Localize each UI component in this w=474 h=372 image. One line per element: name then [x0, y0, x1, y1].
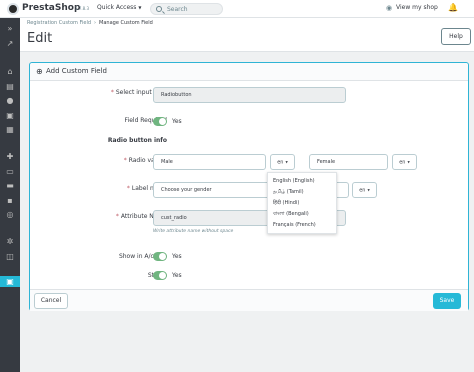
- advanced-icon[interactable]: ◫: [4, 251, 16, 262]
- attribute-name-hint: Write attribute name without space: [153, 229, 234, 234]
- logo-text[interactable]: PrestaShop: [22, 3, 80, 13]
- status-state: Yes: [172, 272, 182, 279]
- eye-icon: ◉: [386, 4, 393, 12]
- settings-gear-icon[interactable]: ✲: [4, 236, 16, 247]
- top-bar: PrestaShop 1.7.8.3 Quick Access ▼ Search …: [0, 0, 474, 18]
- card-header: ⊕ Add Custom Field: [30, 63, 468, 81]
- required-asterisk: *: [110, 89, 114, 96]
- language-select-1[interactable]: en ▼: [270, 154, 295, 170]
- language-select-2[interactable]: en ▼: [392, 154, 417, 170]
- radio-value-input-2[interactable]: Female: [309, 154, 388, 170]
- help-button[interactable]: Help: [441, 28, 471, 45]
- language-option[interactable]: हिंदी (Hindi): [273, 200, 299, 206]
- page-title: Edit: [27, 31, 53, 46]
- breadcrumb-parent[interactable]: Registration Custom Field: [27, 20, 91, 26]
- card-title: Add Custom Field: [46, 67, 107, 75]
- notifications-bell-icon[interactable]: 🔔: [448, 3, 458, 12]
- store-icon[interactable]: ⌂: [4, 66, 16, 77]
- add-custom-field-card: ⊕ Add Custom Field * Select input type Ra…: [29, 62, 469, 311]
- dashboard-icon[interactable]: ↗: [4, 38, 16, 49]
- international-icon[interactable]: ◎: [4, 209, 16, 220]
- plus-circle-icon: ⊕: [36, 67, 43, 76]
- breadcrumb: Registration Custom Field › Manage Custom …: [27, 20, 153, 26]
- sidebar: » ↗ ⌂ ▤ ● ▣ ▦ ✚ ▭ ▬ ▪ ◎ ✲ ◫ ▣: [0, 18, 20, 372]
- shipping-icon[interactable]: ▬: [4, 180, 16, 191]
- breadcrumb-separator: ›: [94, 20, 97, 26]
- view-shop-link[interactable]: View my shop: [396, 4, 438, 11]
- field-required-state: Yes: [172, 118, 182, 125]
- version-label: 1.7.8.3: [75, 6, 89, 11]
- customers-icon[interactable]: ●: [4, 95, 16, 106]
- search-input[interactable]: Search: [150, 3, 223, 15]
- modules-icon[interactable]: ✚: [4, 151, 16, 162]
- search-icon: [156, 6, 162, 12]
- required-asterisk: *: [123, 157, 127, 164]
- required-asterisk: *: [115, 213, 119, 220]
- chevron-down-icon: ▼: [407, 160, 410, 164]
- breadcrumb-current: Manage Custom Field: [99, 20, 153, 26]
- show-in-account-toggle[interactable]: [153, 252, 167, 261]
- language-dropdown-menu: English (English) தமிழ் (Tamil) हिंदी (H…: [267, 172, 337, 234]
- save-button[interactable]: Save: [433, 293, 461, 309]
- required-asterisk: *: [126, 185, 130, 192]
- search-placeholder: Search: [167, 6, 188, 13]
- language-code-2: en: [399, 159, 406, 166]
- radio-button-info-heading: Radio button info: [107, 137, 167, 144]
- label-language-select[interactable]: en ▼: [352, 182, 377, 198]
- chevron-down-icon: ▼: [138, 5, 142, 10]
- card-footer: Cancel Save: [30, 289, 468, 311]
- page-header: Registration Custom Field › Manage Custom …: [20, 18, 474, 52]
- prestashop-logo-icon[interactable]: [7, 3, 19, 15]
- custom-module-icon[interactable]: ▣: [0, 276, 20, 287]
- input-type-field: Radiobutton: [153, 87, 346, 103]
- language-option[interactable]: Français (French): [273, 222, 316, 228]
- field-required-toggle[interactable]: [153, 117, 167, 126]
- design-icon[interactable]: ▭: [4, 166, 16, 177]
- language-option[interactable]: தமிழ் (Tamil): [273, 189, 304, 195]
- quick-access-menu[interactable]: Quick Access ▼: [97, 4, 142, 11]
- chevron-down-icon: ▼: [367, 188, 370, 192]
- orders-icon[interactable]: ▤: [4, 81, 16, 92]
- status-toggle[interactable]: [153, 271, 167, 280]
- payment-icon[interactable]: ▪: [4, 195, 16, 206]
- radio-value-input-1[interactable]: Male: [153, 154, 266, 170]
- catalog-icon[interactable]: ▣: [4, 110, 16, 121]
- language-code-1: en: [277, 159, 284, 166]
- quick-access-label: Quick Access: [97, 4, 137, 11]
- messages-icon[interactable]: ▦: [4, 124, 16, 135]
- language-option[interactable]: বাংলা (Bengali): [273, 211, 309, 219]
- show-in-account-state: Yes: [172, 253, 182, 260]
- label-language-code: en: [359, 187, 366, 194]
- expand-sidebar-icon[interactable]: »: [4, 23, 16, 34]
- language-option[interactable]: English (English): [273, 178, 315, 184]
- chevron-down-icon: ▼: [285, 160, 288, 164]
- cancel-button[interactable]: Cancel: [34, 293, 68, 309]
